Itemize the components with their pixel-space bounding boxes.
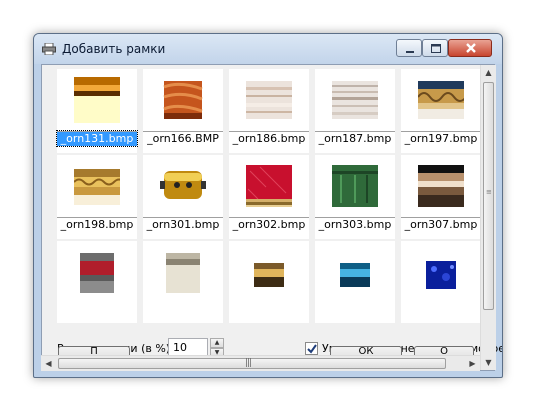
horizontal-scroll-thumb[interactable]: ||| (58, 358, 446, 369)
thumbnail-item[interactable] (143, 241, 223, 325)
thumbnail-caption: _orn186.bmp (229, 131, 309, 146)
window-title: Добавить рамки (62, 42, 166, 56)
scroll-left-icon[interactable]: ◀ (41, 356, 56, 371)
thumbnail-item[interactable] (57, 241, 137, 325)
maximize-button[interactable] (422, 39, 448, 57)
minimize-icon (406, 51, 414, 53)
thumbnail-caption: _orn301.bmp (143, 217, 223, 232)
thumbnail-item[interactable]: _orn131.bmp (56, 69, 138, 153)
thumbnail-item[interactable]: _orn302.bmp (229, 155, 309, 239)
grip-icon: ≡ (486, 188, 492, 196)
thumbnail-caption: _orn198.bmp (57, 217, 137, 232)
thumbnail-caption: _orn302.bmp (229, 217, 309, 232)
thumbnail-item[interactable] (229, 241, 309, 325)
close-icon (466, 43, 476, 53)
thumbnail-item[interactable] (315, 241, 395, 325)
minimize-button[interactable] (396, 39, 422, 57)
printer-icon (42, 43, 56, 55)
thumbnail-caption: _orn303.bmp (315, 217, 395, 232)
fit-in-window-checkbox[interactable] (305, 342, 318, 355)
vertical-scroll-thumb[interactable]: ≡ (483, 82, 494, 310)
frame-preview-image (332, 81, 378, 119)
scroll-right-icon[interactable]: ▶ (465, 356, 480, 371)
frame-preview-image (166, 253, 200, 293)
checkmark-icon (307, 344, 317, 354)
horizontal-scrollbar[interactable]: ◀ ||| ▶ (41, 355, 480, 371)
thumbnail-item[interactable] (401, 241, 481, 325)
frame-preview-image (246, 81, 292, 119)
grip-icon: ||| (245, 358, 252, 368)
maximize-icon (431, 44, 441, 53)
thumbnail-caption: _orn307.bmp (401, 217, 481, 232)
thumbnail-item[interactable]: _orn301.bmp (143, 155, 223, 239)
add-frames-window: Добавить рамки _orn131.bmp _orn166.BMP _… (33, 33, 503, 378)
thumbnail-item[interactable]: _orn198.bmp (57, 155, 137, 239)
frame-preview-image (160, 171, 206, 199)
frame-preview-image (80, 253, 114, 293)
frame-preview-image (418, 81, 464, 119)
frame-preview-image (74, 77, 120, 123)
thumbnail-item[interactable]: _orn186.bmp (229, 69, 309, 153)
thumbnail-caption: _orn166.BMP (143, 131, 223, 146)
scroll-up-icon[interactable]: ▲ (481, 65, 496, 80)
scroll-down-icon[interactable]: ▼ (481, 355, 496, 370)
thumbnail-item[interactable]: _orn307.bmp (401, 155, 481, 239)
frame-preview-image (418, 165, 464, 207)
thumbnail-caption: _orn187.bmp (315, 131, 395, 146)
frame-preview-image (426, 261, 456, 289)
frame-preview-image (332, 165, 378, 207)
thumbnail-item[interactable]: _orn166.BMP (143, 69, 223, 153)
thumbnail-grid: _orn131.bmp _orn166.BMP _orn186.bmp _orn… (44, 67, 482, 325)
thumbnail-caption: _orn131.bmp (56, 130, 138, 147)
vertical-scrollbar[interactable]: ▲ ≡ ▼ (480, 65, 496, 370)
thumbnail-item[interactable]: _orn187.bmp (315, 69, 395, 153)
thumbnail-caption: _orn197.bmp (401, 131, 481, 146)
frame-preview-image (163, 81, 203, 119)
frame-preview-image (74, 169, 120, 205)
thumbnail-item[interactable]: _orn303.bmp (315, 155, 395, 239)
frame-preview-image (246, 165, 292, 207)
close-button[interactable] (448, 39, 492, 57)
spin-up-icon[interactable]: ▲ (210, 338, 224, 348)
dialog-client: _orn131.bmp _orn166.BMP _orn186.bmp _orn… (41, 64, 502, 371)
title-bar[interactable]: Добавить рамки (34, 34, 502, 64)
thumbnail-item[interactable]: _orn197.bmp (401, 69, 481, 153)
frame-preview-image (254, 263, 284, 287)
frame-preview-image (340, 263, 370, 287)
